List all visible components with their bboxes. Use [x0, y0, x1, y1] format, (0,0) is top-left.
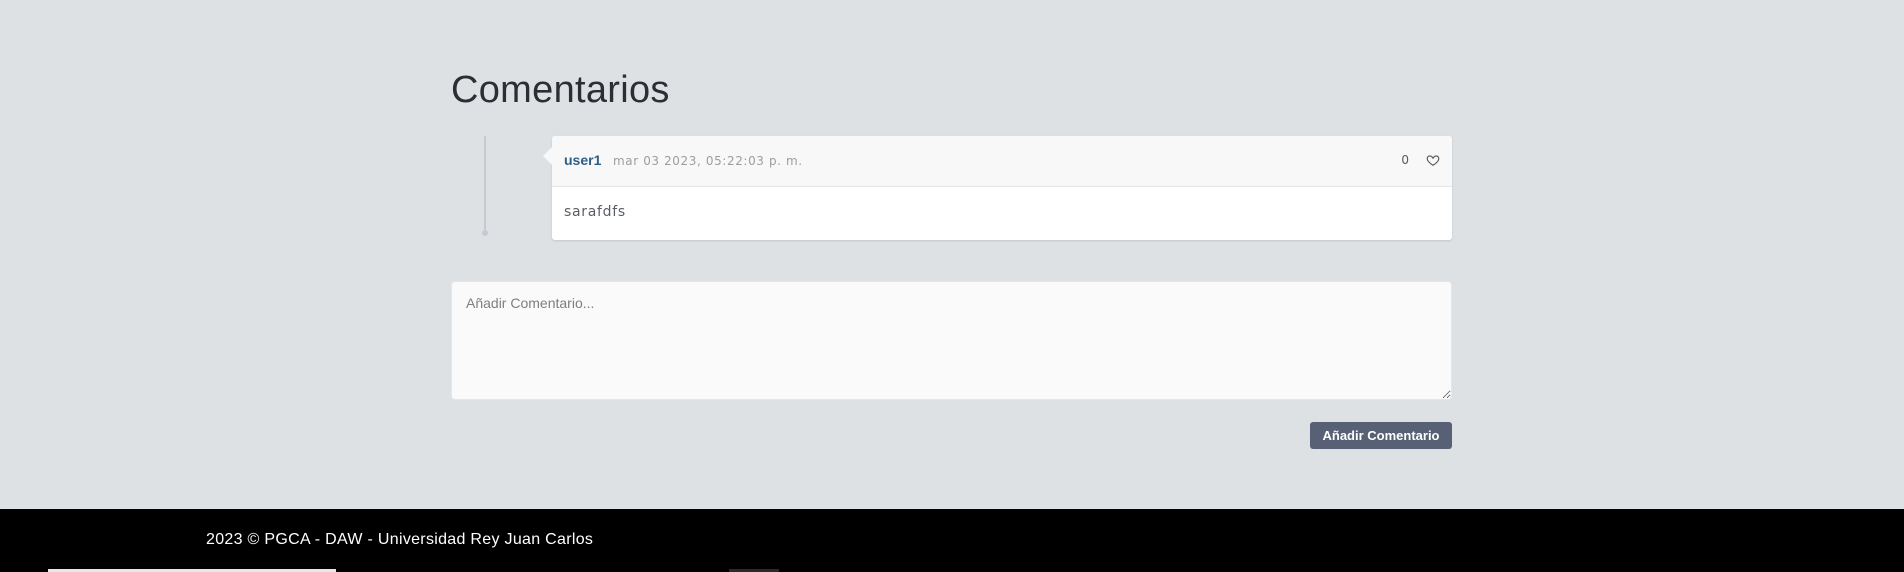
timeline-dot	[482, 230, 488, 236]
add-comment-textarea[interactable]	[451, 281, 1452, 400]
comments-page: Comentarios user1 mar 03 2023, 05:22:03 …	[0, 0, 1904, 509]
footer: 2023 © PGCA - DAW - Universidad Rey Juan…	[0, 509, 1904, 572]
comment-text: sarafdfs	[564, 204, 626, 220]
heart-icon[interactable]	[1426, 153, 1440, 167]
comment-arrow	[543, 147, 552, 165]
comment-author-link[interactable]: user1	[564, 152, 601, 168]
comment-date: mar 03 2023, 05:22:03 p. m.	[613, 154, 803, 168]
comment-header: user1 mar 03 2023, 05:22:03 p. m. 0	[552, 136, 1452, 187]
like-count: 0	[1401, 153, 1409, 167]
footer-text: 2023 © PGCA - DAW - Universidad Rey Juan…	[206, 531, 594, 548]
timeline-line	[484, 136, 486, 232]
comment-card: user1 mar 03 2023, 05:22:03 p. m. 0 sara…	[543, 136, 1452, 240]
add-comment-button[interactable]: Añadir Comentario	[1310, 422, 1452, 449]
comments-title: Comentarios	[451, 69, 670, 111]
